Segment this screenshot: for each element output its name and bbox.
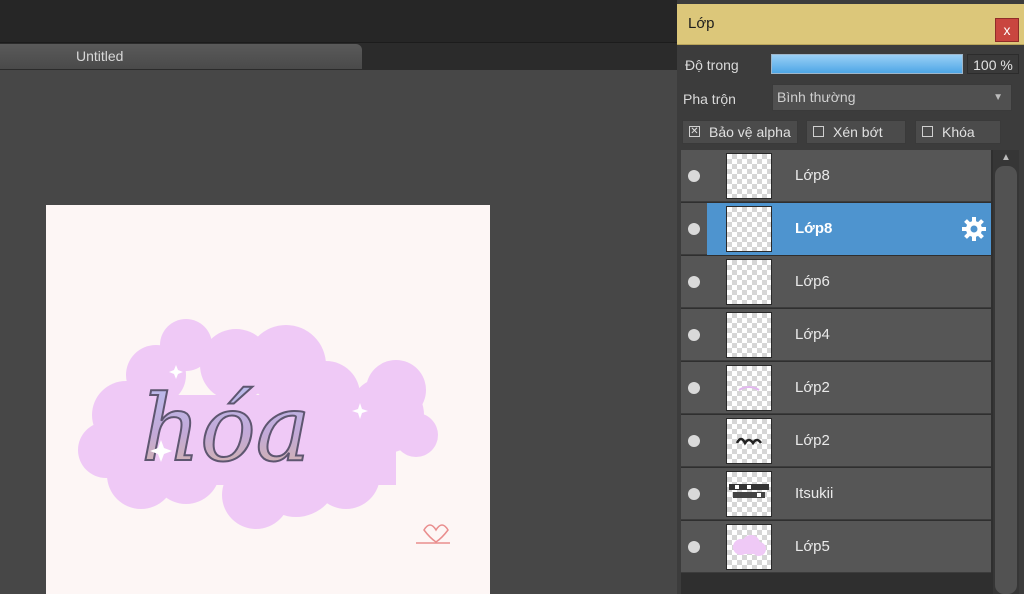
visibility-eye-icon[interactable] bbox=[688, 223, 700, 235]
layer-name: Lớp8 bbox=[795, 220, 833, 237]
thumbnail-mini-art bbox=[735, 437, 763, 446]
layer-name: Lớp5 bbox=[795, 538, 830, 555]
layer-row[interactable]: Lớp5 bbox=[681, 521, 991, 573]
layer-name: Lớp6 bbox=[795, 273, 830, 290]
visibility-eye-icon[interactable] bbox=[688, 488, 700, 500]
artwork-lettering: hóa bbox=[141, 375, 311, 482]
layer-row[interactable]: Lớp2 bbox=[681, 362, 991, 414]
clipping-label: Xén bớt bbox=[833, 124, 883, 140]
visibility-eye-icon[interactable] bbox=[688, 329, 700, 341]
opacity-slider-fill bbox=[772, 55, 962, 73]
layer-thumbnail bbox=[726, 206, 772, 252]
layer-list-scrollbar[interactable]: ▲ bbox=[993, 150, 1019, 594]
checkbox-box: ✕ bbox=[689, 126, 700, 137]
layer-list: Lớp8 Lớp8 Lớp6 Lớp4 Lớp2 Lớp2 Itsukii Lớ… bbox=[681, 150, 993, 594]
gear-icon[interactable] bbox=[961, 216, 987, 242]
layer-thumbnail bbox=[726, 418, 772, 464]
document-tab[interactable]: Untitled bbox=[0, 44, 362, 69]
layer-row[interactable]: Itsukii bbox=[681, 468, 991, 520]
checkbox-box bbox=[922, 126, 933, 137]
visibility-eye-icon[interactable] bbox=[688, 276, 700, 288]
layer-row[interactable]: Lớp8 bbox=[681, 150, 991, 202]
lock-label: Khóa bbox=[942, 124, 975, 140]
layer-name: Lớp2 bbox=[795, 379, 830, 396]
layer-name: Lớp2 bbox=[795, 432, 830, 449]
layer-thumbnail bbox=[726, 312, 772, 358]
layer-row[interactable]: Lớp4 bbox=[681, 309, 991, 361]
layers-panel: Lớp x Độ trong 100 % Pha trộn Bình thườn… bbox=[677, 0, 1024, 594]
layer-thumbnail bbox=[726, 365, 772, 411]
layer-name: Itsukii bbox=[795, 485, 834, 502]
protect-alpha-checkbox[interactable]: ✕ Bảo vệ alpha bbox=[682, 120, 798, 144]
layer-thumbnail bbox=[726, 259, 772, 305]
blend-mode-select[interactable]: Bình thường ▼ bbox=[772, 84, 1012, 111]
layer-thumbnail bbox=[726, 471, 772, 517]
visibility-eye-icon[interactable] bbox=[688, 541, 700, 553]
thumbnail-mini-art bbox=[733, 535, 766, 556]
layer-row[interactable]: Lớp6 bbox=[681, 256, 991, 308]
thumbnail-mini-art bbox=[738, 386, 760, 391]
checkbox-box bbox=[813, 126, 824, 137]
layer-name: Lớp4 bbox=[795, 326, 830, 343]
opacity-slider[interactable] bbox=[771, 54, 963, 74]
visibility-eye-icon[interactable] bbox=[688, 170, 700, 182]
opacity-value-field[interactable]: 100 % bbox=[967, 54, 1019, 74]
opacity-label: Độ trong bbox=[685, 57, 739, 73]
canvas-workspace[interactable]: hóa bbox=[0, 70, 677, 594]
layers-panel-title: Lớp bbox=[688, 15, 715, 32]
signature-mark bbox=[416, 524, 450, 544]
document-tab-title: Untitled bbox=[76, 48, 124, 64]
blend-mode-label: Pha trộn bbox=[683, 91, 736, 107]
layer-row-selected[interactable]: Lớp8 bbox=[681, 203, 991, 255]
close-button[interactable]: x bbox=[995, 18, 1019, 42]
visibility-eye-icon[interactable] bbox=[688, 382, 700, 394]
close-icon: x bbox=[1003, 22, 1011, 38]
layer-thumbnail bbox=[726, 153, 772, 199]
visibility-eye-icon[interactable] bbox=[688, 435, 700, 447]
canvas-paper[interactable]: hóa bbox=[46, 205, 490, 594]
layers-panel-header: Lớp x bbox=[677, 4, 1024, 45]
clipping-checkbox[interactable]: Xén bớt bbox=[806, 120, 906, 144]
lock-checkbox[interactable]: Khóa bbox=[915, 120, 1001, 144]
artwork: hóa bbox=[78, 319, 450, 544]
scroll-thumb[interactable] bbox=[995, 166, 1017, 594]
scroll-up-arrow-icon[interactable]: ▲ bbox=[1001, 152, 1011, 163]
layer-name: Lớp8 bbox=[795, 167, 830, 184]
blend-mode-value: Bình thường bbox=[777, 89, 856, 105]
chevron-down-icon: ▼ bbox=[993, 92, 1003, 103]
layer-row[interactable]: Lớp2 bbox=[681, 415, 991, 467]
layer-thumbnail bbox=[726, 524, 772, 570]
thumbnail-mini-art bbox=[729, 484, 769, 498]
protect-alpha-label: Bảo vệ alpha bbox=[709, 124, 791, 140]
